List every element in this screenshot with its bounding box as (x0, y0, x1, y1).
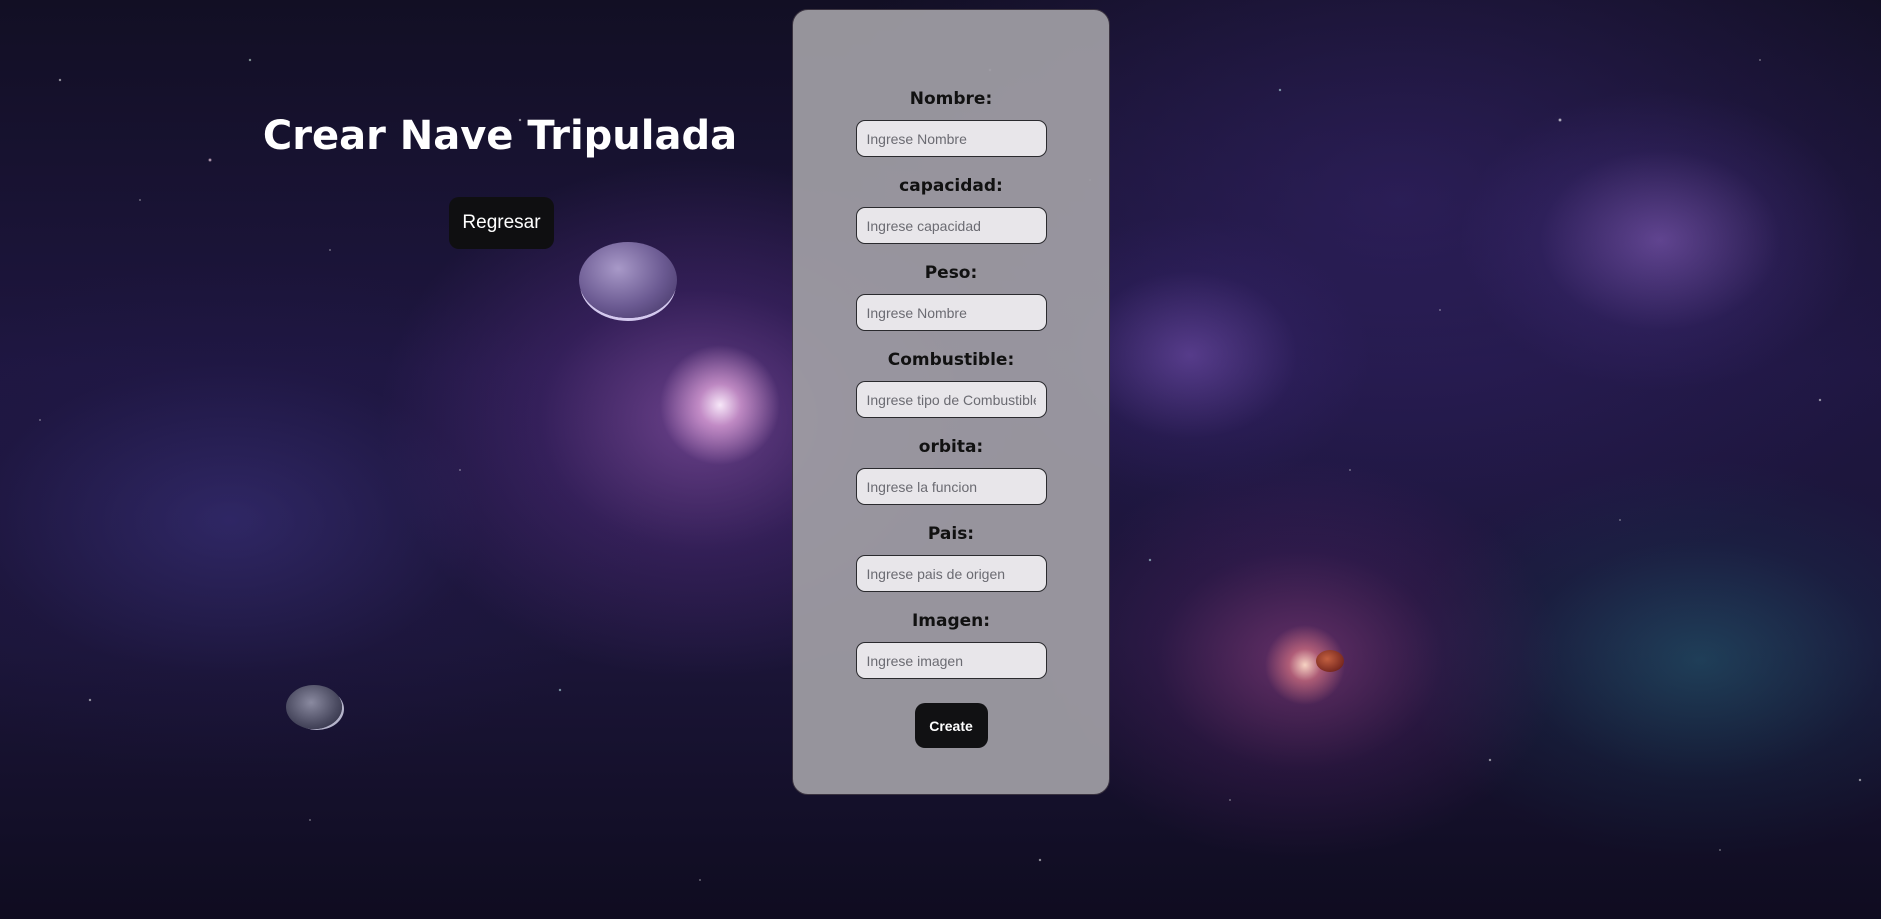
fuel-label: Combustible: (887, 350, 1015, 370)
page-title: Crear Nave Tripulada (262, 113, 738, 159)
country-label: Pais: (927, 524, 975, 544)
weight-label: Peso: (924, 263, 978, 283)
name-input[interactable] (855, 120, 1047, 157)
planet-image (579, 242, 677, 318)
back-button[interactable]: Regresar (449, 197, 554, 249)
country-input[interactable] (855, 555, 1047, 592)
capacity-input[interactable] (855, 207, 1047, 244)
moon-image (286, 685, 342, 729)
name-label: Nombre: (909, 89, 993, 109)
orbit-label: orbita: (918, 437, 984, 457)
image-label: Imagen: (911, 611, 991, 631)
weight-input[interactable] (855, 294, 1047, 331)
capacity-label: capacidad: (899, 176, 1003, 196)
image-input[interactable] (855, 642, 1047, 679)
fuel-input[interactable] (855, 381, 1047, 418)
create-ship-form: Nombre: capacidad: Peso: Combustible: or… (792, 9, 1110, 795)
orbit-input[interactable] (855, 468, 1047, 505)
red-planet-image (1316, 650, 1344, 672)
create-button[interactable]: Create (914, 703, 988, 748)
